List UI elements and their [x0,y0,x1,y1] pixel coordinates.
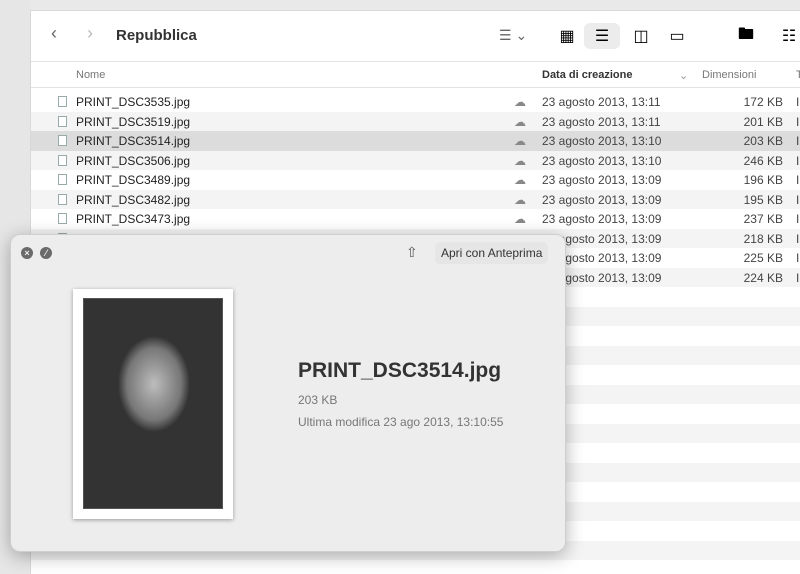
icloud-download-icon[interactable]: ☁ [514,173,526,187]
file-kind: I [796,231,800,246]
icloud-download-icon[interactable]: ☁ [514,212,526,226]
thumbnail-frame [73,289,233,519]
file-name: PRINT_DSC3506.jpg [76,153,191,168]
table-row[interactable]: PRINT_DSC3506.jpg ☁ 23 agosto 2013, 13:1… [31,150,800,170]
jpg-file-icon [58,96,67,107]
more-view-icon[interactable]: ☷ [771,23,800,49]
file-kind: I [796,114,800,129]
share-icon[interactable]: ⇧ [406,244,418,261]
table-row[interactable]: PRINT_DSC3519.jpg ☁ 23 agosto 2013, 13:1… [31,111,800,131]
fullscreen-icon[interactable]: ⁄ [40,247,52,259]
file-size: 225 KB [743,251,783,265]
forward-button[interactable]: › [87,23,93,44]
new-folder-icon[interactable]: 🖿 [728,23,764,49]
toolbar: ‹ › Repubblica ☰ ⌄ ▦ ☰ ◫ ▭ 🖿 ☷ [31,11,800,62]
icon-view-button[interactable]: ▦ [549,23,585,49]
group-by-icon[interactable]: ☰ ⌄ [499,27,527,44]
file-name: PRINT_DSC3482.jpg [76,192,191,207]
table-row[interactable]: PRINT_DSC3473.jpg ☁ 23 agosto 2013, 13:0… [31,209,800,229]
jpg-file-icon [58,174,67,185]
photo-thumbnail [83,298,223,509]
preview-filesize: 203 KB [298,393,338,407]
column-view-button[interactable]: ◫ [623,23,659,49]
back-button[interactable]: ‹ [51,23,57,44]
table-row[interactable]: PRINT_DSC3535.jpg ☁ 23 agosto 2013, 13:1… [31,92,800,112]
jpg-file-icon [58,135,67,146]
table-row[interactable]: PRINT_DSC3482.jpg ☁ 23 agosto 2013, 13:0… [31,189,800,209]
file-name: PRINT_DSC3514.jpg [76,134,191,148]
icloud-download-icon[interactable]: ☁ [514,115,526,129]
quicklook-panel: × ⁄ ⇧ Apri con Anteprima PRINT_DSC3514.j… [10,234,566,552]
file-created: 23 agosto 2013, 13:10 [542,153,662,168]
jpg-file-icon [58,154,67,166]
jpg-file-icon [58,213,67,224]
file-kind: I [796,192,800,207]
column-header: Nome Data di creazione ⌄ Dimensioni T [31,62,800,88]
file-kind: I [796,251,800,265]
file-size: 195 KB [743,192,783,207]
column-created[interactable]: Data di creazione [542,69,632,81]
preview-modified: Ultima modifica 23 ago 2013, 13:10:55 [298,415,504,429]
icloud-download-icon[interactable]: ☁ [514,134,526,148]
column-name[interactable]: Nome [76,69,105,81]
file-name: PRINT_DSC3489.jpg [76,173,191,187]
file-name: PRINT_DSC3473.jpg [76,212,191,226]
file-created: 23 agosto 2013, 13:09 [542,173,662,187]
file-created: 23 agosto 2013, 13:09 [542,212,662,226]
file-kind: I [796,153,800,168]
table-row[interactable]: PRINT_DSC3489.jpg ☁ 23 agosto 2013, 13:0… [31,170,800,190]
file-size: 246 KB [743,153,783,168]
file-created: 23 agosto 2013, 13:11 [542,114,661,129]
file-kind: I [796,270,800,285]
jpg-file-icon [58,115,67,127]
table-row[interactable]: PRINT_DSC3514.jpg ☁ 23 agosto 2013, 13:1… [31,131,800,151]
file-kind: I [796,212,800,226]
icloud-download-icon[interactable]: ☁ [514,154,526,168]
file-size: 218 KB [743,231,783,246]
column-kind[interactable]: T [796,69,800,81]
file-created: 23 agosto 2013, 13:11 [542,95,661,109]
open-with-preview-button[interactable]: Apri con Anteprima [435,242,549,264]
sort-chevron-icon: ⌄ [679,70,689,82]
window-title: Repubblica [116,27,197,44]
file-size: 196 KB [743,173,783,187]
file-size: 201 KB [743,114,783,129]
file-size: 203 KB [743,134,783,148]
file-created: 23 agosto 2013, 13:09 [542,192,662,207]
file-kind: I [796,173,800,187]
gallery-view-button[interactable]: ▭ [659,23,695,49]
icloud-download-icon[interactable]: ☁ [514,193,526,207]
column-size[interactable]: Dimensioni [702,69,756,81]
file-size: 224 KB [743,270,783,285]
file-size: 172 KB [743,95,783,109]
preview-filename: PRINT_DSC3514.jpg [298,359,502,382]
file-created: 23 agosto 2013, 13:10 [542,134,662,148]
file-name: PRINT_DSC3535.jpg [76,95,191,109]
file-name: PRINT_DSC3519.jpg [76,114,191,129]
jpg-file-icon [58,193,67,205]
file-kind: I [796,134,800,148]
list-view-button[interactable]: ☰ [584,23,620,49]
file-kind: I [796,95,800,109]
close-icon[interactable]: × [21,247,33,259]
file-size: 237 KB [743,212,783,226]
icloud-download-icon[interactable]: ☁ [514,95,526,109]
